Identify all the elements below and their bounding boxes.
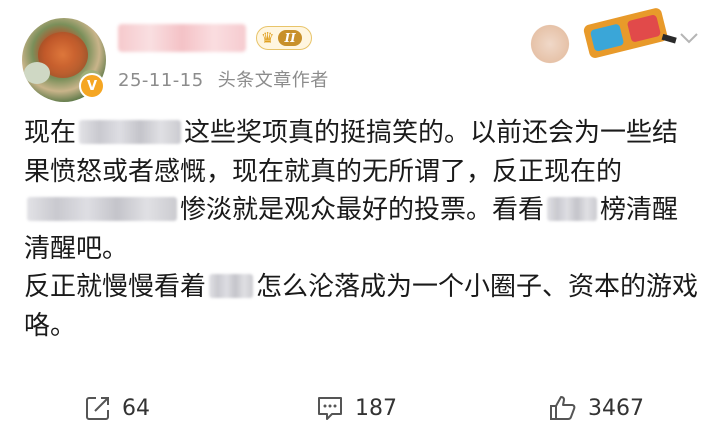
comment-button[interactable]: 187 bbox=[315, 394, 397, 422]
repost-icon bbox=[86, 397, 109, 420]
like-count: 3467 bbox=[588, 395, 644, 421]
repost-count: 64 bbox=[122, 395, 150, 421]
fan-club-emblem-icon bbox=[526, 24, 574, 64]
level-badge[interactable]: ♛ II bbox=[256, 26, 312, 50]
post-paragraph: 现在 这些奖项真的挺搞笑的。以前还会为一些结果愤怒或者感慨，现在就真的无所谓了，反… bbox=[24, 114, 700, 268]
post-body: 现在 这些奖项真的挺搞笑的。以前还会为一些结果愤怒或者感慨，现在就真的无所谓了，反… bbox=[24, 114, 700, 345]
comment-icon bbox=[318, 397, 342, 420]
text-segment: 反正就慢慢看着 bbox=[24, 272, 207, 302]
text-segment: 惨淡就是观众最好的投票。看看 bbox=[180, 195, 545, 225]
level-label: II bbox=[278, 30, 302, 46]
redacted-text bbox=[547, 196, 598, 221]
action-bar: 64 187 3467 bbox=[0, 392, 720, 434]
redacted-text bbox=[79, 119, 182, 144]
text-segment: 现在 bbox=[24, 118, 77, 148]
post-paragraph: 反正就慢慢看着 怎么沦落成为一个小圈子、资本的游戏咯。 bbox=[24, 268, 700, 345]
username-blurred[interactable] bbox=[118, 24, 246, 52]
redacted-text bbox=[209, 273, 254, 298]
repost-button[interactable]: 64 bbox=[84, 394, 150, 422]
post-header: V ♛ II 25-11-15 头条文章作者 bbox=[0, 0, 720, 112]
chevron-down-icon[interactable] bbox=[677, 26, 701, 55]
like-button[interactable]: 3467 bbox=[548, 394, 644, 422]
comment-count: 187 bbox=[355, 395, 397, 421]
verified-badge-icon: V bbox=[79, 73, 105, 99]
avatar-bowl bbox=[24, 62, 50, 84]
post-date: 25-11-15 bbox=[118, 70, 204, 91]
card-decoration bbox=[526, 6, 677, 68]
post-source[interactable]: 头条文章作者 bbox=[218, 70, 329, 91]
3d-glasses-icon bbox=[582, 6, 677, 63]
crown-icon: ♛ bbox=[261, 28, 275, 47]
redacted-text bbox=[27, 196, 177, 221]
thumbs-up-icon bbox=[550, 396, 576, 420]
post-meta: 25-11-15 头条文章作者 bbox=[118, 66, 329, 92]
